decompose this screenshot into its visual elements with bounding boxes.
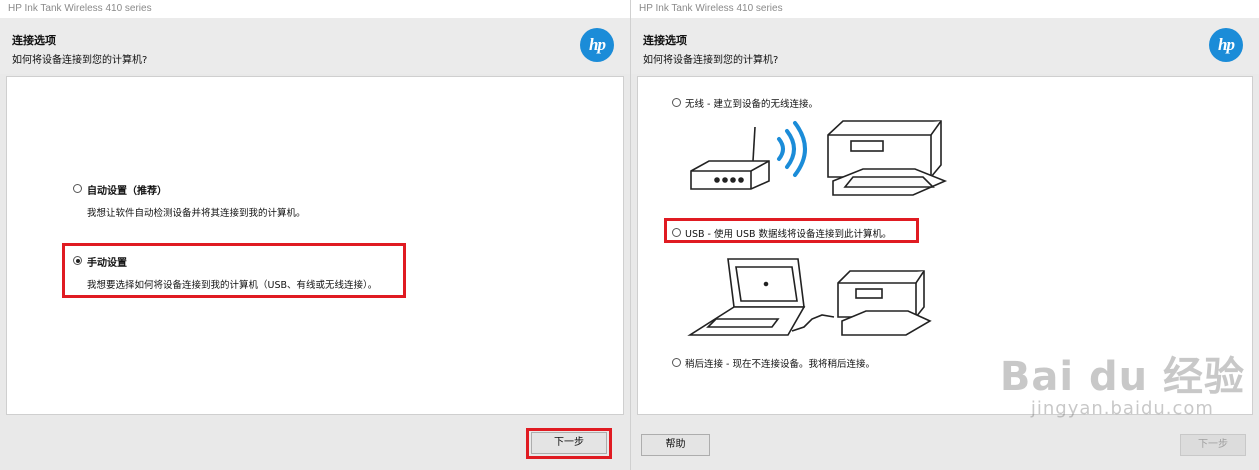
next-button[interactable]: 下一步 (1180, 434, 1246, 456)
radio-connect-later[interactable] (672, 358, 681, 367)
router-icon (690, 126, 770, 190)
header-title: 连接选项 (12, 34, 56, 47)
content-panel: 自动设置（推荐） 我想让软件自动检测设备并将其连接到我的计算机。 手动设置 我想… (6, 76, 624, 415)
window-title: HP Ink Tank Wireless 410 series (631, 0, 1259, 18)
option-wireless-label[interactable]: 无线 - 建立到设备的无线连接。 (685, 96, 818, 110)
highlight-box-manual (62, 243, 406, 298)
hp-logo: hp (1209, 28, 1243, 62)
hp-logo: hp (580, 28, 614, 62)
radio-auto-setup[interactable] (73, 184, 82, 193)
baidu-watermark: Bai du 经验 jingyan.baidu.com (1000, 344, 1245, 419)
printer-icon (827, 120, 948, 196)
header-title: 连接选项 (643, 34, 687, 47)
window-title: HP Ink Tank Wireless 410 series (0, 0, 630, 18)
header-subtitle: 如何将设备连接到您的计算机? (12, 55, 148, 66)
printer-icon (837, 270, 932, 336)
laptop-icon (687, 258, 806, 336)
router-printer-illustration (690, 120, 948, 196)
highlight-box-usb (664, 218, 919, 243)
radio-wireless[interactable] (672, 98, 681, 107)
highlight-box-next (526, 428, 612, 459)
installer-window-left: HP Ink Tank Wireless 410 series 连接选项 如何将… (0, 0, 630, 470)
help-button[interactable]: 帮助 (641, 434, 710, 456)
wifi-waves-icon (777, 121, 807, 177)
dialog-header: 连接选项 如何将设备连接到您的计算机? hp (631, 18, 1259, 74)
option-connect-later-label[interactable]: 稍后连接 - 现在不连接设备。我将稍后连接。 (685, 356, 875, 370)
option-auto-setup-label[interactable]: 自动设置（推荐） (87, 182, 167, 197)
watermark-url: jingyan.baidu.com (1030, 398, 1214, 419)
option-auto-setup-description: 我想让软件自动检测设备并将其连接到我的计算机。 (87, 208, 306, 219)
watermark-brand: Bai du 经验 (999, 354, 1245, 400)
laptop-printer-illustration (687, 258, 932, 336)
dialog-header: 连接选项 如何将设备连接到您的计算机? hp (0, 18, 630, 74)
header-subtitle: 如何将设备连接到您的计算机? (643, 55, 779, 66)
